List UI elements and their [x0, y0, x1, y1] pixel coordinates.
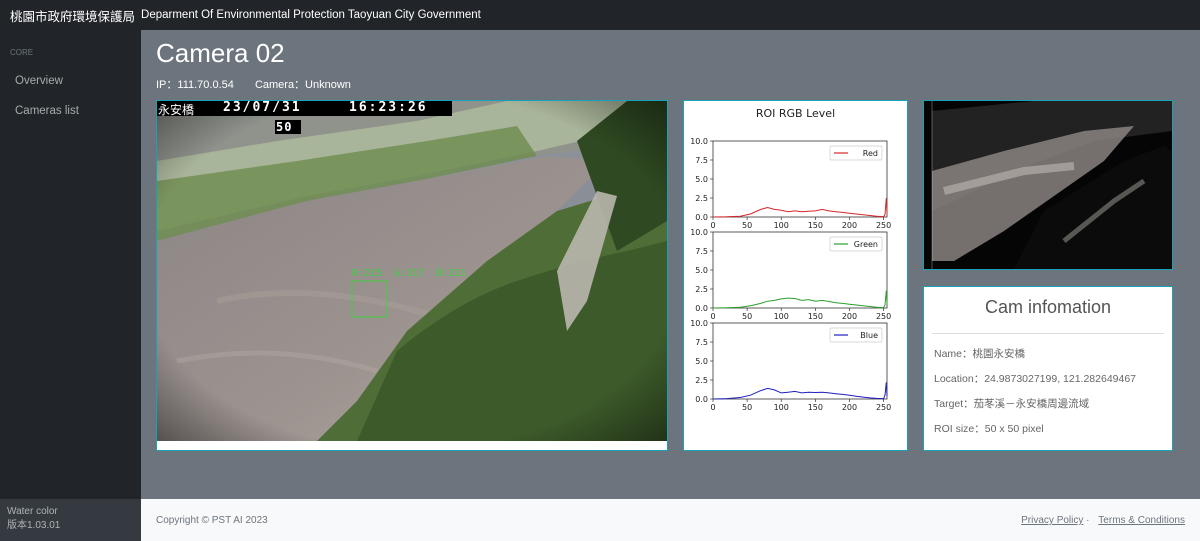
top-navbar: 桃園市政府環境保護局 Deparment Of Environmental Pr… [0, 0, 1200, 30]
camera-meta: IP：111.70.0.54 Camera：Unknown [156, 76, 369, 92]
y-tick-label: 0.0 [695, 213, 708, 222]
copyright: Copyright © PST AI 2023 [156, 515, 268, 526]
info-title: Cam infomation [984, 297, 1112, 317]
info-location: Location：24.9873027199, 121.282649467 [934, 373, 1137, 385]
y-tick-label: 10.0 [690, 319, 708, 328]
x-tick-label: 50 [742, 312, 752, 321]
legend-label-red: Red [863, 149, 878, 158]
y-tick-label: 7.5 [695, 156, 708, 165]
terms-link[interactable]: Terms & Conditions [1098, 515, 1185, 526]
x-tick-label: 100 [774, 312, 789, 321]
page-footer: Copyright © PST AI 2023 Privacy Policy ·… [141, 499, 1200, 541]
main-content: Camera 02 IP：111.70.0.54 Camera：Unknown [141, 30, 1200, 499]
x-tick-label: 200 [842, 221, 857, 230]
brand-title-zh[interactable]: 桃園市政府環境保護局 [10, 6, 135, 25]
x-tick-label: 0 [710, 221, 715, 230]
camera-feed-card: 永安橋 23/07/31 16:23:26 50 R:215 G:217 B:2… [156, 100, 668, 451]
y-tick-label: 7.5 [695, 338, 708, 347]
x-tick-label: 0 [710, 403, 715, 412]
info-divider [932, 333, 1164, 334]
info-name: Name：桃園永安橋 [934, 348, 1026, 360]
roi-rgb-chart-card: ROI RGB Level 0.0 2.5 5.0 7.5 10.0 0 50 100 150 2… [683, 100, 908, 451]
y-tick-label: 2.5 [695, 194, 708, 203]
osd-roi-size: 50 [276, 120, 293, 134]
info-roi-size: ROI size：50 x 50 pixel [934, 423, 1044, 435]
x-tick-label: 100 [774, 221, 789, 230]
page-title: Camera 02 [156, 38, 285, 68]
privacy-policy-link[interactable]: Privacy Policy [1021, 515, 1083, 526]
y-tick-label: 5.0 [695, 175, 708, 184]
osd-location: 永安橋 [158, 103, 195, 117]
sidebar-item-cameras-list[interactable]: Cameras list [15, 105, 79, 117]
osd-date: 23/07/31 [223, 101, 302, 115]
x-tick-label: 50 [742, 221, 752, 230]
x-tick-label: 250 [876, 403, 891, 412]
x-tick-label: 50 [742, 403, 752, 412]
x-tick-label: 150 [808, 403, 823, 412]
series-line-red [712, 197, 888, 218]
camera-feed-image: 永安橋 23/07/31 16:23:26 50 R:215 G:217 B:2… [157, 101, 667, 441]
series-line-green [712, 290, 888, 309]
sidebar-item-overview[interactable]: Overview [15, 75, 63, 87]
y-tick-label: 10.0 [690, 228, 708, 237]
x-tick-label: 250 [876, 312, 891, 321]
footer-links: Privacy Policy · Terms & Conditions [1015, 515, 1185, 526]
y-tick-label: 7.5 [695, 247, 708, 256]
sidebar-section-heading: CORE [10, 48, 34, 57]
roi-threshold-image [923, 100, 1173, 270]
x-tick-label: 150 [808, 221, 823, 230]
roi-rgb-chart: 0.02.55.07.510.00 50 100 150 200 250Red0.02.5… [690, 137, 891, 412]
app-name: Water color [7, 506, 58, 517]
sidebar: CORE Overview Cameras list Water color 版… [0, 30, 141, 541]
brand-title-en[interactable]: Deparment Of Environmental Protection Ta… [141, 9, 481, 21]
x-tick-label: 200 [842, 403, 857, 412]
x-tick-label: 200 [842, 312, 857, 321]
x-tick-label: 100 [774, 403, 789, 412]
roi-threshold-scene [924, 101, 1172, 269]
legend-label-green: Green [854, 240, 878, 249]
y-tick-label: 0.0 [695, 304, 708, 313]
sidebar-footer: Water color 版本1.03.01 [0, 499, 141, 541]
camera-status: Camera：Unknown [254, 79, 351, 91]
footer-link-separator: · [1086, 515, 1090, 526]
roi-rgb-readout: R:215 G:217 B:211 [352, 268, 467, 279]
y-tick-label: 2.5 [695, 376, 708, 385]
y-tick-label: 5.0 [695, 357, 708, 366]
y-tick-label: 10.0 [690, 137, 708, 146]
osd-time: 16:23:26 [349, 101, 428, 115]
y-tick-label: 5.0 [695, 266, 708, 275]
app-version: 版本1.03.01 [7, 520, 61, 531]
x-tick-label: 150 [808, 312, 823, 321]
legend-label-blue: Blue [860, 331, 878, 340]
info-target: Target：茄苳溪－永安橋周邊流域 [934, 398, 1090, 410]
x-tick-label: 0 [710, 312, 715, 321]
y-tick-label: 2.5 [695, 285, 708, 294]
series-line-blue [712, 382, 888, 400]
y-tick-label: 0.0 [695, 395, 708, 404]
camera-ip: IP：111.70.0.54 [156, 79, 234, 91]
cam-information-card: Cam infomation Name：桃園永安橋 Location：24.98… [923, 286, 1173, 451]
x-tick-label: 250 [876, 221, 891, 230]
